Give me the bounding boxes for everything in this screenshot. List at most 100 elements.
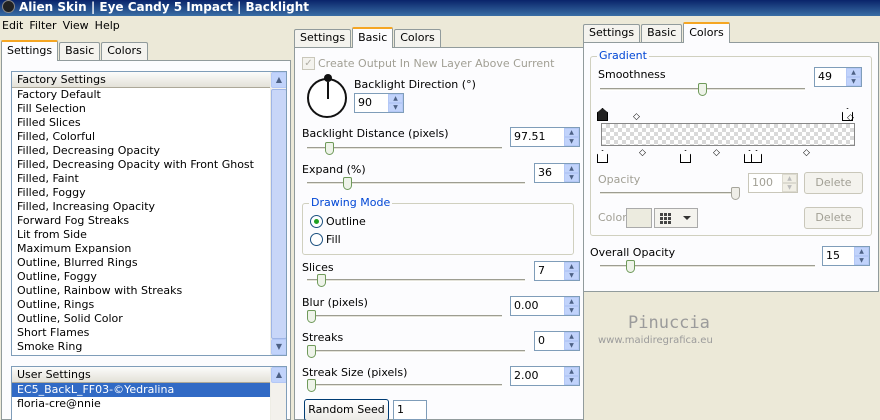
list-item[interactable]: Filled, Decreasing Opacity [12, 144, 286, 158]
tab-colors[interactable]: Colors [394, 29, 441, 47]
scroll-down-icon[interactable]: ▼ [271, 339, 286, 355]
direction-dial[interactable] [307, 74, 347, 118]
opacity-slider[interactable] [600, 187, 740, 201]
list-item[interactable]: Outline, Foggy [12, 270, 286, 284]
slices-input[interactable]: 7 ▲ ▼ [534, 261, 580, 281]
tab-colors[interactable]: Colors [683, 22, 730, 43]
user-list-scrollbar[interactable]: ▲ [270, 367, 286, 420]
smoothness-slider[interactable] [600, 83, 805, 97]
spin-down-icon[interactable]: ▼ [388, 103, 403, 112]
spin-up-icon[interactable]: ▲ [564, 332, 579, 341]
tab-basic[interactable]: Basic [641, 24, 683, 42]
list-item[interactable]: Outline, Rainbow with Streaks [12, 284, 286, 298]
overall-opacity-input[interactable]: 15 ▲ ▼ [822, 246, 870, 266]
create-output-checkbox[interactable]: ✓ [302, 57, 315, 70]
spin-up-icon[interactable]: ▲ [388, 94, 403, 103]
opacity-midpoint-icon[interactable]: ◇ [847, 114, 854, 123]
slices-slider[interactable] [307, 274, 525, 288]
slider-thumb[interactable] [325, 142, 334, 155]
list-item[interactable]: Maximum Expansion [12, 242, 286, 256]
spin-up-icon[interactable]: ▲ [564, 164, 579, 173]
color-swatch[interactable] [626, 208, 652, 228]
scroll-up-icon[interactable]: ▲ [271, 367, 286, 383]
expand-input[interactable]: 36 ▲ ▼ [534, 163, 580, 183]
spin-down-icon[interactable]: ▼ [564, 271, 579, 280]
spin-up-icon[interactable]: ▲ [564, 128, 579, 137]
spin-up-icon[interactable]: ▲ [854, 247, 869, 256]
color-grid-dropdown[interactable] [654, 208, 698, 228]
overall-opacity-slider[interactable] [600, 260, 815, 274]
tab-colors[interactable]: Colors [101, 42, 148, 60]
direction-input[interactable]: 90 ▲ ▼ [354, 93, 404, 113]
spin-down-icon[interactable]: ▼ [854, 256, 869, 265]
list-item-selected[interactable]: EC5_BackL_FF03-©Yedralina [12, 383, 286, 397]
spin-up-icon[interactable]: ▲ [846, 68, 861, 77]
menu-view[interactable]: View [61, 19, 93, 32]
list-item[interactable]: Factory Default [12, 88, 286, 102]
delete-color-button[interactable]: Delete [804, 207, 863, 229]
list-item[interactable]: Forward Fog Streaks [12, 214, 286, 228]
list-item[interactable]: Outline, Solid Color [12, 312, 286, 326]
list-item[interactable]: Filled Slices [12, 116, 286, 130]
tab-settings[interactable]: Settings [583, 24, 641, 42]
slider-thumb[interactable] [307, 310, 316, 323]
tab-settings[interactable]: Settings [294, 29, 352, 47]
dial-knob-icon[interactable] [324, 74, 332, 82]
blur-input[interactable]: 0.00 ▲ ▼ [510, 296, 580, 316]
factory-settings-list[interactable]: Factory Settings Factory Default Fill Se… [11, 71, 287, 356]
list-item[interactable]: Filled, Faint [12, 172, 286, 186]
slider-thumb[interactable] [317, 274, 326, 287]
opacity-input[interactable]: 100 ▲ ▼ [748, 173, 798, 193]
spin-up-icon[interactable]: ▲ [564, 262, 579, 271]
delete-opacity-button[interactable]: Delete [804, 172, 863, 194]
random-seed-button[interactable]: Random Seed [304, 399, 389, 420]
distance-input[interactable]: 97.51 ▲ ▼ [510, 127, 580, 147]
list-item[interactable]: Fill Selection [12, 102, 286, 116]
spin-down-icon[interactable]: ▼ [782, 183, 797, 192]
color-midpoint-icon[interactable]: ◇ [713, 149, 720, 158]
blur-slider[interactable] [307, 310, 502, 324]
slider-thumb[interactable] [307, 379, 316, 392]
outline-radio[interactable] [310, 215, 323, 228]
tab-basic[interactable]: Basic [59, 42, 101, 60]
streak-size-slider[interactable] [307, 379, 502, 393]
list-item[interactable]: Short Flames [12, 326, 286, 340]
user-settings-list[interactable]: User Settings EC5_BackL_FF03-©Yedralina … [11, 366, 287, 420]
list-item[interactable]: floria-cre@nnie [12, 397, 286, 411]
list-item[interactable]: Filled, Decreasing Opacity with Front Gh… [12, 158, 286, 172]
slider-thumb[interactable] [343, 177, 352, 190]
expand-slider[interactable] [307, 177, 525, 191]
spin-down-icon[interactable]: ▼ [564, 376, 579, 385]
list-item[interactable]: Filled, Colorful [12, 130, 286, 144]
tab-basic[interactable]: Basic [352, 27, 394, 48]
opacity-midpoint-icon[interactable]: ◇ [633, 113, 640, 122]
distance-slider[interactable] [307, 142, 502, 156]
list-item[interactable]: Lit from Side [12, 228, 286, 242]
spin-up-icon[interactable]: ▲ [782, 174, 797, 183]
menu-help[interactable]: Help [93, 19, 124, 32]
slider-thumb[interactable] [698, 83, 707, 96]
menu-filter[interactable]: Filter [27, 19, 60, 32]
list-item[interactable]: Filled, Increasing Opacity [12, 200, 286, 214]
menu-edit[interactable]: Edit [0, 19, 27, 32]
factory-list-scrollbar[interactable]: ▲ ▼ [270, 72, 286, 355]
streaks-input[interactable]: 0 ▲ ▼ [534, 331, 580, 351]
spin-up-icon[interactable]: ▲ [564, 297, 579, 306]
streak-size-input[interactable]: 2.00 ▲ ▼ [510, 366, 580, 386]
gradient-bar[interactable] [601, 123, 855, 146]
tab-settings[interactable]: Settings [1, 40, 59, 61]
scroll-up-icon[interactable]: ▲ [271, 72, 286, 88]
fill-radio[interactable] [310, 233, 323, 246]
spin-down-icon[interactable]: ▼ [564, 137, 579, 146]
scroll-thumb[interactable] [271, 89, 286, 339]
smoothness-input[interactable]: 49 ▲ ▼ [814, 67, 862, 87]
color-midpoint-icon[interactable]: ◇ [639, 149, 646, 158]
spin-down-icon[interactable]: ▼ [846, 77, 861, 86]
spin-down-icon[interactable]: ▼ [564, 306, 579, 315]
random-seed-input[interactable]: 1 [393, 400, 427, 420]
list-item[interactable]: Filled, Foggy [12, 186, 286, 200]
slider-thumb[interactable] [626, 260, 635, 273]
slider-thumb[interactable] [307, 345, 316, 358]
list-item[interactable]: Outline, Blurred Rings [12, 256, 286, 270]
color-midpoint-icon[interactable]: ◇ [803, 149, 810, 158]
